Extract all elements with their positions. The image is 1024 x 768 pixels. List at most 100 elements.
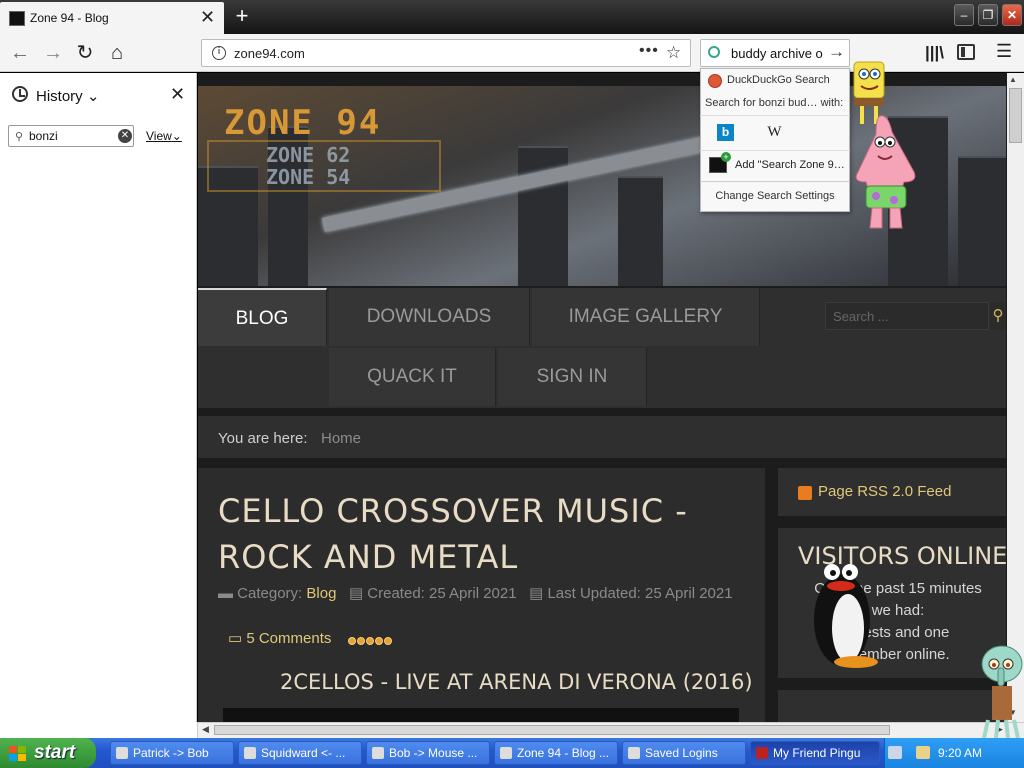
site-search-input[interactable]: Search ... bbox=[825, 302, 989, 330]
site-favicon-icon bbox=[9, 11, 25, 26]
search-input[interactable]: buddy archive o bbox=[731, 46, 823, 61]
character-tray-icon[interactable] bbox=[916, 746, 930, 759]
wikipedia-icon[interactable]: W bbox=[766, 124, 783, 141]
video-embed[interactable] bbox=[223, 708, 739, 722]
sidebar-close-icon[interactable]: ✕ bbox=[170, 84, 185, 105]
taskbar-item-label: My Friend Pingu bbox=[773, 746, 861, 760]
squidward-character[interactable] bbox=[978, 644, 1024, 738]
url-bar[interactable]: i zone94.com ••• ☆ bbox=[201, 39, 691, 67]
menu-item-quack-it[interactable]: QUACK IT bbox=[329, 348, 496, 406]
rss-feed-link[interactable]: Page RSS 2.0 Feed bbox=[818, 483, 951, 500]
breadcrumb-label: You are here: bbox=[218, 430, 308, 447]
search-go-arrow-icon[interactable]: → bbox=[828, 42, 845, 62]
calendar-icon: ▤ bbox=[348, 585, 364, 602]
app-icon bbox=[756, 747, 768, 759]
browser-icon bbox=[500, 747, 512, 759]
taskbar-item-active[interactable]: My Friend Pingu bbox=[750, 741, 880, 765]
chevron-down-icon: ⌄ bbox=[171, 129, 182, 143]
updated-date: Last Updated: 25 April 2021 bbox=[547, 585, 733, 602]
bookmark-star-icon[interactable]: ☆ bbox=[666, 43, 681, 63]
taskbar-item[interactable]: Saved Logins bbox=[622, 741, 746, 765]
star-icon bbox=[366, 637, 374, 645]
back-button[interactable]: ← bbox=[7, 40, 33, 66]
key-icon bbox=[628, 747, 640, 759]
search-engine-icon[interactable] bbox=[708, 46, 720, 58]
vertical-scrollbar[interactable] bbox=[1007, 73, 1024, 722]
sidebar-title[interactable]: History ⌄ bbox=[36, 87, 99, 105]
add-search-engine-item[interactable]: Add "Search Zone 9… bbox=[735, 159, 845, 171]
vertical-scroll-thumb[interactable] bbox=[1009, 88, 1022, 143]
pingu-character[interactable] bbox=[808, 548, 880, 672]
chevron-down-icon: ⌄ bbox=[86, 88, 100, 105]
duckduckgo-icon bbox=[708, 74, 722, 88]
site-search-button[interactable]: ⚲ bbox=[990, 302, 1006, 330]
history-search-value[interactable]: bonzi bbox=[29, 129, 58, 143]
menu-item-sign-in[interactable]: SIGN IN bbox=[498, 348, 647, 406]
taskbar-item[interactable]: Squidward <- ... bbox=[238, 741, 362, 765]
site-logo[interactable]: ZONE 94 bbox=[224, 103, 381, 143]
taskbar-item[interactable]: Zone 94 - Blog ... bbox=[494, 741, 618, 765]
rating-stars[interactable] bbox=[348, 633, 393, 648]
comments-link[interactable]: ▭ 5 Comments bbox=[228, 629, 331, 647]
breadcrumb bbox=[198, 416, 1006, 458]
taskbar-item-label: Bob -> Mouse ... bbox=[389, 746, 478, 760]
clear-search-icon[interactable]: ✕ bbox=[118, 129, 132, 143]
search-bar[interactable]: buddy archive o → bbox=[700, 39, 850, 67]
view-label: View bbox=[146, 129, 172, 143]
taskbar-item-label: Squidward <- ... bbox=[261, 746, 346, 760]
home-button[interactable]: ⌂ bbox=[104, 40, 130, 66]
current-engine-label[interactable]: DuckDuckGo Search bbox=[727, 74, 830, 86]
star-icon bbox=[375, 637, 383, 645]
close-window-button[interactable]: ✕ bbox=[1002, 4, 1022, 26]
category-link[interactable]: Blog bbox=[306, 585, 336, 602]
folder-icon bbox=[372, 747, 384, 759]
category-label: Category: bbox=[237, 585, 303, 602]
calendar-icon: ▤ bbox=[529, 585, 544, 602]
taskbar-item-label: Saved Logins bbox=[645, 746, 718, 760]
url-text[interactable]: zone94.com bbox=[234, 46, 305, 61]
divider bbox=[700, 150, 850, 151]
logo-subtitle: ZONE 54 bbox=[266, 165, 351, 189]
hamburger-menu-button[interactable]: ☰ bbox=[996, 41, 1012, 62]
new-tab-button[interactable]: + bbox=[232, 4, 252, 28]
minimize-button[interactable]: – bbox=[954, 4, 974, 26]
search-icon: ⚲ bbox=[15, 131, 24, 143]
clock[interactable]: 9:20 AM bbox=[938, 746, 982, 760]
scroll-up-arrow-icon[interactable]: ▲ bbox=[1009, 75, 1017, 84]
search-for-label: Search for bonzi bud… with: bbox=[705, 97, 844, 109]
sidebar-toggle-icon[interactable] bbox=[957, 44, 975, 60]
page-actions-button[interactable]: ••• bbox=[639, 42, 659, 60]
star-icon bbox=[357, 637, 365, 645]
forward-button[interactable]: → bbox=[40, 40, 66, 66]
tab-title: Zone 94 - Blog bbox=[30, 11, 109, 25]
article-title[interactable]: CELLO CROSSOVER MUSIC - ROCK AND METAL bbox=[218, 488, 748, 580]
history-sidebar bbox=[0, 73, 197, 722]
logo-subtitle: ZONE 62 bbox=[266, 143, 351, 167]
menu-item-image-gallery[interactable]: IMAGE GALLERY bbox=[532, 288, 760, 346]
history-search-field[interactable]: ⚲ bonzi ✕ bbox=[8, 125, 134, 147]
search-placeholder: Search ... bbox=[833, 309, 889, 324]
site-info-icon[interactable]: i bbox=[212, 46, 226, 60]
sidebar-bottom bbox=[0, 722, 198, 738]
change-search-settings-button[interactable]: Change Search Settings bbox=[700, 190, 850, 202]
article-meta: ▬ Category: Blog ▤ Created: 25 April 202… bbox=[218, 583, 758, 604]
taskbar-item[interactable]: Bob -> Mouse ... bbox=[366, 741, 490, 765]
patrick-character[interactable] bbox=[850, 112, 920, 232]
scroll-left-arrow-icon[interactable]: ◀ bbox=[202, 724, 209, 735]
taskbar-item[interactable]: Patrick -> Bob bbox=[110, 741, 234, 765]
browser-tab[interactable]: Zone 94 - Blog ✕ bbox=[0, 2, 224, 34]
menu-item-downloads[interactable]: DOWNLOADS bbox=[329, 288, 530, 346]
tab-close-icon[interactable]: ✕ bbox=[200, 8, 215, 26]
library-button[interactable]: |||\ bbox=[925, 43, 944, 63]
bing-icon[interactable]: b bbox=[717, 124, 734, 141]
reload-button[interactable]: ↻ bbox=[72, 40, 98, 66]
created-date: Created: 25 April 2021 bbox=[367, 585, 517, 602]
keyboard-icon[interactable] bbox=[888, 746, 902, 759]
horizontal-scroll-thumb[interactable] bbox=[214, 725, 890, 735]
view-menu-button[interactable]: View⌄ bbox=[146, 129, 182, 143]
folder-icon bbox=[244, 747, 256, 759]
windows-logo-icon bbox=[9, 746, 27, 762]
add-engine-icon bbox=[709, 152, 731, 173]
maximize-button[interactable]: ❐ bbox=[978, 4, 998, 26]
menu-item-blog[interactable]: BLOG bbox=[198, 288, 327, 346]
